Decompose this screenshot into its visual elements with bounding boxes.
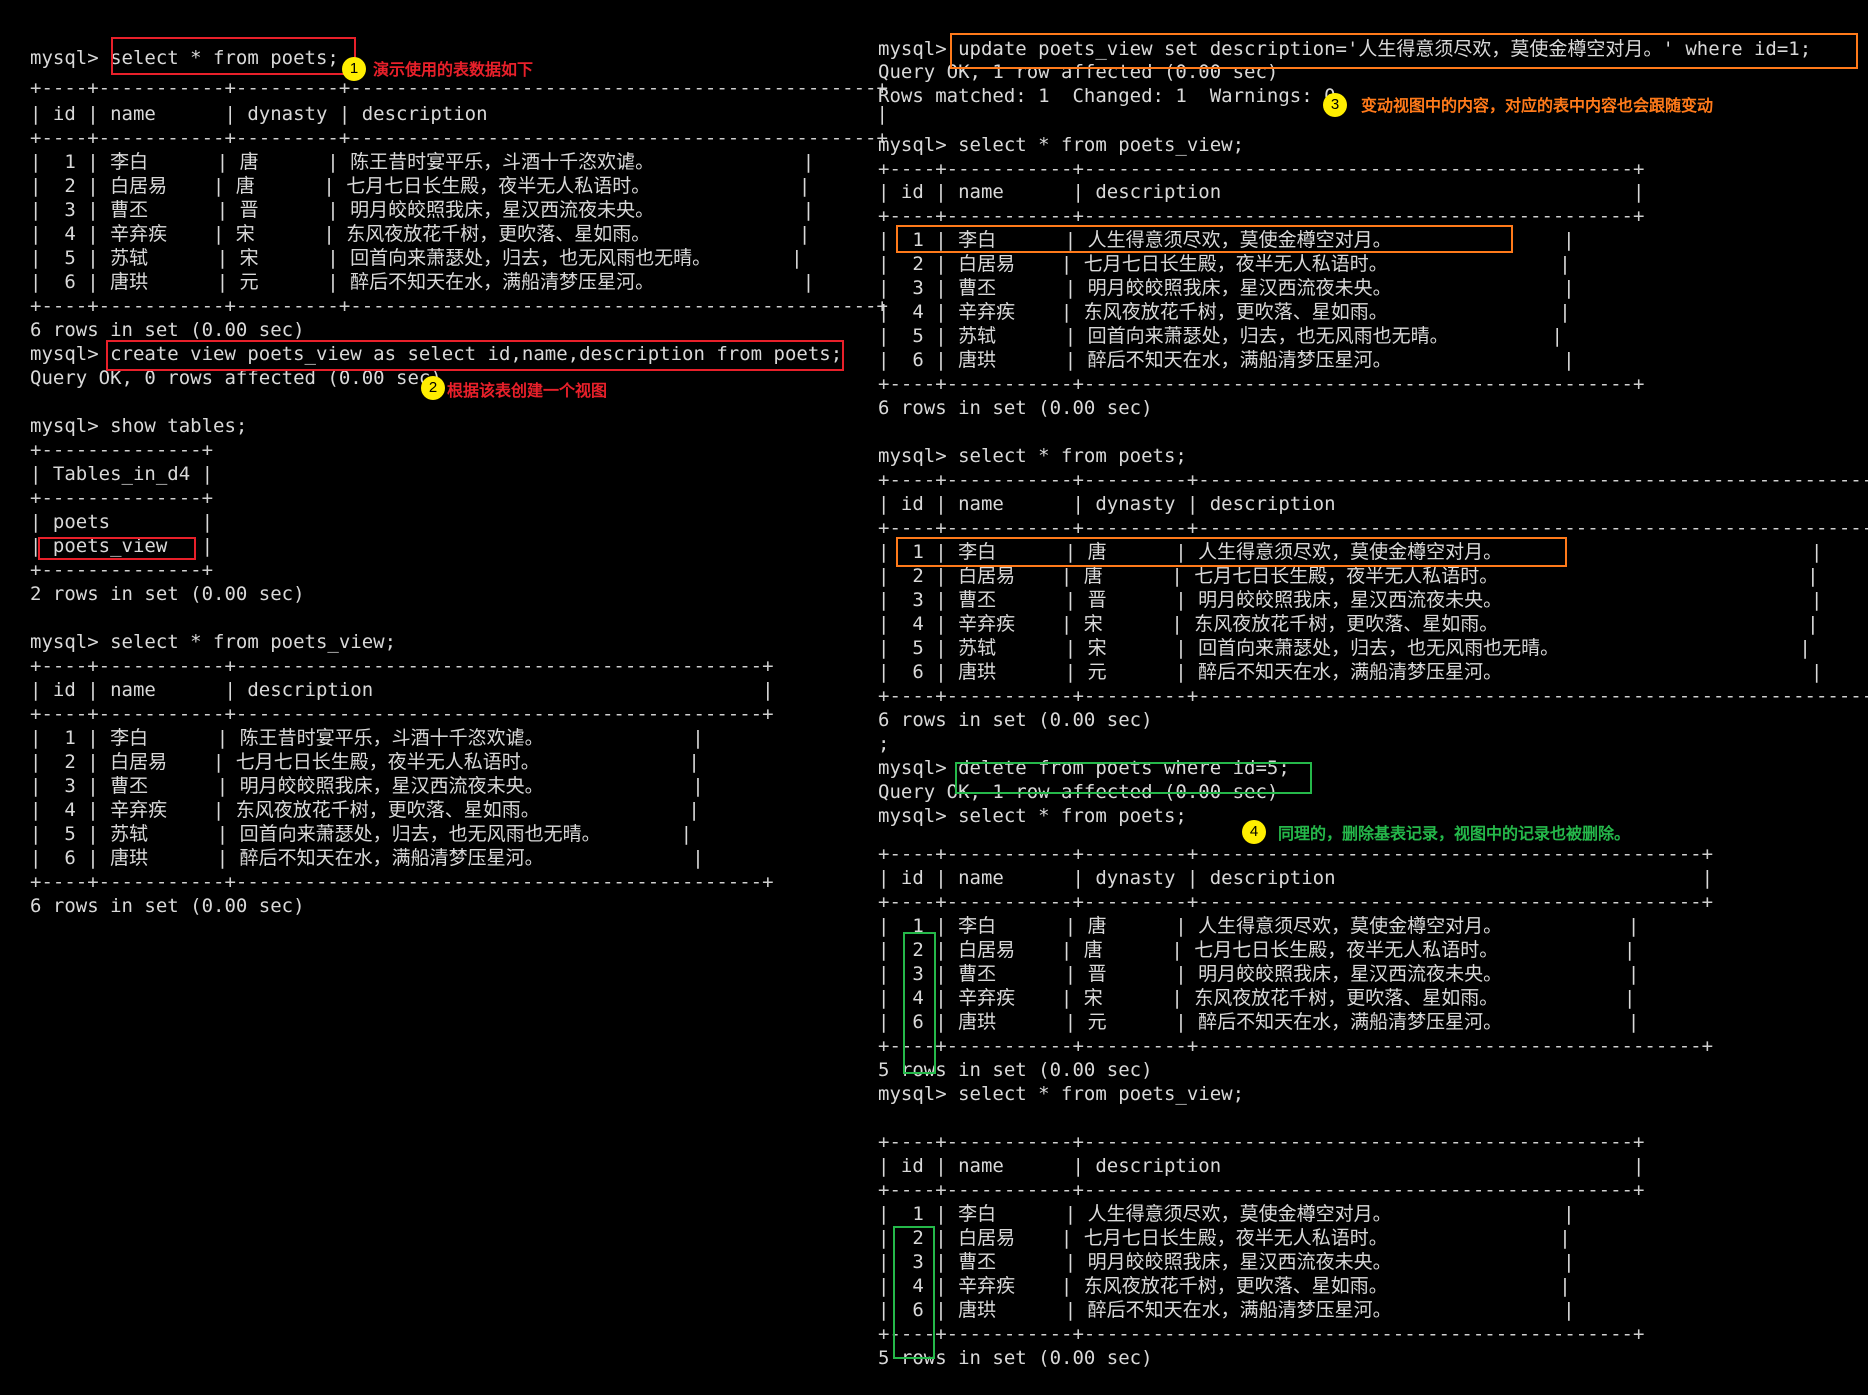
terminal-line: 5 rows in set (0.00 sec) [878,1347,1153,1369]
terminal-line: 6 rows in set (0.00 sec) [878,397,1153,419]
terminal-line: mysql> select * from poets_view; [30,631,397,653]
terminal-line: +----+-----------+----------------------… [878,1131,1645,1153]
terminal-line: | 3 | 曹丕 | 晋 | 明月皎皎照我床，星汉西流夜未央。 | [878,589,1823,611]
terminal-line: +----+-----------+---------+------------… [878,517,1868,539]
terminal-line: +----+-----------+----------------------… [878,1179,1645,1201]
terminal-line: 6 rows in set (0.00 sec) [30,319,305,341]
terminal-line: mysql> select * from poets; [30,47,339,69]
terminal-line: | 6 | 唐珙 | 醉后不知天在水，满船清梦压星河。 | [30,847,704,869]
terminal-line: | 6 | 唐珙 | 醉后不知天在水，满船清梦压星河。 | [878,1299,1575,1321]
terminal-line: Rows matched: 1 Changed: 1 Warnings: 0 [878,85,1336,107]
terminal-line: | 2 | 白居易 | 唐 | 七月七日长生殿，夜半无人私语时。 | [30,175,811,197]
terminal-line: +----+-----------+---------+------------… [878,469,1868,491]
terminal-line: | 5 | 苏轼 | 回首向来萧瑟处，归去，也无风雨也无晴。 | [878,325,1563,347]
right-terminal-panel: mysql> update poets_view set description… [878,0,1868,1395]
terminal-line: | 6 | 唐珙 | 醉后不知天在水，满船清梦压星河。 | [878,349,1575,371]
terminal-line: | 2 | 白居易 | 七月七日长生殿，夜半无人私语时。 | [878,1227,1571,1249]
terminal-line: mysql> delete from poets where id=5; [878,757,1290,779]
terminal-line: | 4 | 辛弃疾 | 东风夜放花千树，更吹落、星如雨。 | [30,799,700,821]
terminal-line: | 1 | 李白 | 人生得意须尽欢，莫使金樽空对月。 | [878,1203,1575,1225]
terminal-line: 6 rows in set (0.00 sec) [878,709,1153,731]
terminal-line: | 3 | 曹丕 | 明月皎皎照我床，星汉西流夜未央。 | [30,775,704,797]
callout-badge-2: 2 [421,376,445,400]
terminal-line: | id | name | dynasty | description | [30,103,888,125]
terminal-line: mysql> update poets_view set description… [878,38,1812,60]
terminal-line: | 1 | 李白 | 唐 | 人生得意须尽欢，莫使金樽空对月。 | [878,541,1823,563]
terminal-line: | 4 | 辛弃疾 | 宋 | 东风夜放花千树，更吹落、星如雨。 | [878,613,1819,635]
terminal-line: 5 rows in set (0.00 sec) [878,1059,1153,1081]
terminal-line: Query OK, 1 row affected (0.00 sec) [878,61,1279,83]
terminal-line: | poets | [30,511,214,533]
callout-note-1: 演示使用的表数据如下 [373,60,534,79]
terminal-line: | 2 | 白居易 | 唐 | 七月七日长生殿，夜半无人私语时。 | [878,939,1636,961]
terminal-line: +--------------+ [30,487,214,509]
terminal-line: | 5 | 苏轼 | 回首向来萧瑟处，归去，也无风雨也无晴。 | [30,823,693,845]
terminal-line: +--------------+ [30,559,214,581]
terminal-line: | 1 | 李白 | 唐 | 陈王昔时宴平乐，斗酒十千恣欢谑。 | [30,151,815,173]
terminal-line: mysql> select * from poets_view; [878,134,1245,156]
terminal-line: Query OK, 1 row affected (0.00 sec) [878,781,1279,803]
terminal-line: | 1 | 李白 | 陈王昔时宴平乐，斗酒十千恣欢谑。 | [30,727,704,749]
terminal-line: 6 rows in set (0.00 sec) [30,895,305,917]
callout-note-3: 变动视图中的内容，对应的表中内容也会跟随变动 [1361,96,1714,115]
terminal-line: | 4 | 辛弃疾 | 东风夜放花千树，更吹落、星如雨。 | [878,301,1571,323]
left-terminal-panel: mysql> select * from poets; +----+-------… [30,0,888,1395]
terminal-line: mysql> create view poets_view as select … [30,343,843,365]
terminal-line: +----+-----------+----------------------… [878,158,1645,180]
terminal-line: | 3 | 曹丕 | 晋 | 明月皎皎照我床，星汉西流夜未央。 | [30,199,815,221]
terminal-line: +----+-----------+---------+------------… [30,127,888,149]
terminal-line: +----+-----------+----------------------… [30,871,774,893]
terminal-line: | Tables_in_d4 | [30,463,214,485]
terminal-line: +----+-----------+---------+------------… [878,1035,1714,1057]
terminal-line: | 4 | 辛弃疾 | 东风夜放花千树，更吹落、星如雨。 | [878,1275,1571,1297]
terminal-line: mysql> select * from poets; [878,445,1187,467]
terminal-line: +----+-----------+----------------------… [30,703,774,725]
terminal-line: +--------------+ [30,439,214,461]
callout-badge-3: 3 [1323,93,1347,117]
terminal-line: | 1 | 李白 | 唐 | 人生得意须尽欢，莫使金樽空对月。 | [878,915,1640,937]
terminal-line: +----+-----------+----------------------… [30,655,774,677]
terminal-line: +----+-----------+---------+------------… [878,891,1714,913]
terminal-line: | 1 | 李白 | 人生得意须尽欢，莫使金樽空对月。 | [878,229,1575,251]
terminal-line: | 4 | 辛弃疾 | 宋 | 东风夜放花千树，更吹落、星如雨。 | [878,987,1636,1009]
terminal-line: | 3 | 曹丕 | 晋 | 明月皎皎照我床，星汉西流夜未央。 | [878,963,1640,985]
terminal-line: | 2 | 白居易 | 七月七日长生殿，夜半无人私语时。 | [30,751,700,773]
terminal-line: Query OK, 0 rows affected (0.00 sec) [30,367,442,389]
terminal-line: +----+-----------+---------+------------… [30,295,888,317]
terminal-line: | id | name | description | [878,1155,1645,1177]
terminal-line: +----+-----------+----------------------… [878,373,1645,395]
terminal-line: | poets_view | [30,535,214,557]
terminal-line: mysql> select * from poets; [878,805,1187,827]
terminal-line: mysql> show tables; [30,415,248,437]
callout-note-2: 根据该表创建一个视图 [447,381,608,400]
terminal-line: +----+-----------+---------+------------… [878,685,1868,707]
terminal-line: | 3 | 曹丕 | 明月皎皎照我床，星汉西流夜未央。 | [878,1251,1575,1273]
terminal-line: | 6 | 唐珙 | 元 | 醉后不知天在水，满船清梦压星河。 | [878,1011,1640,1033]
terminal-line: 2 rows in set (0.00 sec) [30,583,305,605]
terminal-line: | 5 | 苏轼 | 宋 | 回首向来萧瑟处，归去，也无风雨也无晴。 | [878,637,1811,659]
terminal-line: | 5 | 苏轼 | 宋 | 回首向来萧瑟处，归去，也无风雨也无晴。 | [30,247,803,269]
terminal-line: | id | name | dynasty | description | [878,867,1714,889]
terminal-line: | id | name | description | [878,181,1645,203]
callout-note-4: 同理的，删除基表记录，视图中的记录也被删除。 [1278,824,1631,843]
terminal-line: | 6 | 唐珙 | 元 | 醉后不知天在水，满船清梦压星河。 | [30,271,815,293]
terminal-line: | 3 | 曹丕 | 明月皎皎照我床，星汉西流夜未央。 | [878,277,1575,299]
callout-badge-1: 1 [342,57,366,81]
callout-badge-4: 4 [1242,820,1266,844]
terminal-line: +----+-----------+----------------------… [878,1323,1645,1345]
terminal-line: | 6 | 唐珙 | 元 | 醉后不知天在水，满船清梦压星河。 | [878,661,1823,683]
terminal-line: | 2 | 白居易 | 七月七日长生殿，夜半无人私语时。 | [878,253,1571,275]
terminal-line: | 2 | 白居易 | 唐 | 七月七日长生殿，夜半无人私语时。 | [878,565,1819,587]
terminal-line: | 4 | 辛弃疾 | 宋 | 东风夜放花千树，更吹落、星如雨。 | [30,223,811,245]
terminal-line: +----+-----------+----------------------… [878,205,1645,227]
terminal-line: | id | name | description | [30,679,774,701]
terminal-line: | id | name | dynasty | description | [878,493,1868,515]
terminal-line: ; [878,733,890,755]
terminal-line: mysql> select * from poets_view; [878,1083,1245,1105]
